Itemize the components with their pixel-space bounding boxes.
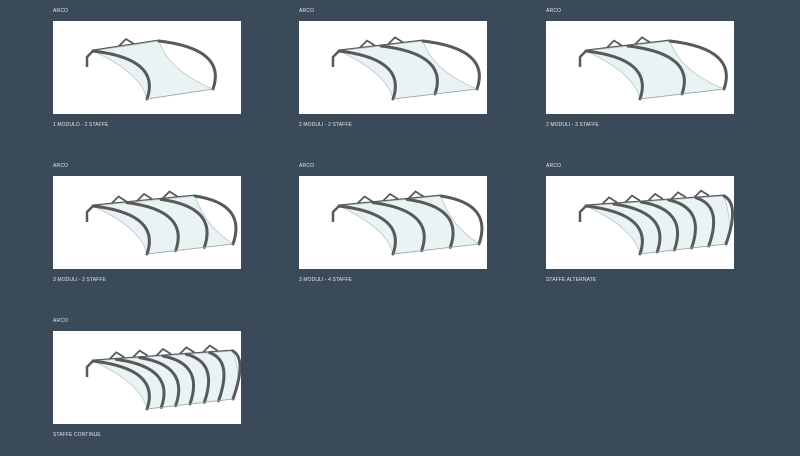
item-title: ARCO bbox=[299, 163, 315, 169]
item-caption: 3 MODULI - 2 STAFFE bbox=[53, 277, 106, 283]
canopy-image[interactable] bbox=[299, 176, 487, 269]
gallery-item-1[interactable]: ARCO 1 MODULO - 2 STAFFE bbox=[53, 2, 241, 128]
canopy-drawing bbox=[578, 36, 728, 101]
item-caption: 2 MODULI - 2 STAFFE bbox=[299, 122, 352, 128]
gallery-item-3[interactable]: ARCO 2 MODULI - 3 STAFFE bbox=[546, 2, 734, 128]
canopy-drawing bbox=[331, 190, 484, 256]
canopy-image[interactable] bbox=[299, 21, 487, 114]
item-title: ARCO bbox=[53, 163, 69, 169]
canopy-image[interactable] bbox=[53, 21, 241, 114]
item-title: ARCO bbox=[53, 318, 69, 324]
item-title: ARCO bbox=[546, 163, 562, 169]
gallery-item-4[interactable]: ARCO 3 MODULI - 2 STAFFE bbox=[53, 157, 241, 283]
item-caption: STAFFE CONTINUE bbox=[53, 432, 101, 438]
item-caption: STAFFE ALTERNATE bbox=[546, 277, 597, 283]
item-title: ARCO bbox=[53, 8, 69, 14]
canopy-image[interactable] bbox=[546, 176, 734, 269]
item-title: ARCO bbox=[546, 8, 562, 14]
gallery-item-5[interactable]: ARCO 3 MODULI - 4 STAFFE bbox=[299, 157, 487, 283]
canopy-image[interactable] bbox=[546, 21, 734, 114]
canopy-drawing bbox=[85, 344, 241, 411]
gallery-item-6[interactable]: ARCO STAFFE ALTERNATE bbox=[546, 157, 734, 283]
item-caption: 3 MODULI - 4 STAFFE bbox=[299, 277, 352, 283]
item-caption: 2 MODULI - 3 STAFFE bbox=[546, 122, 599, 128]
gallery-item-2[interactable]: ARCO 2 MODULI - 2 STAFFE bbox=[299, 2, 487, 128]
canopy-image[interactable] bbox=[53, 331, 241, 424]
item-caption: 1 MODULO - 2 STAFFE bbox=[53, 122, 109, 128]
item-title: ARCO bbox=[299, 8, 315, 14]
canopy-drawing bbox=[331, 36, 481, 101]
canopy-drawing bbox=[578, 189, 734, 256]
canopy-drawing bbox=[85, 37, 217, 101]
gallery-item-7[interactable]: ARCO STAFFE CONTINUE bbox=[53, 312, 241, 438]
canopy-image[interactable] bbox=[53, 176, 241, 269]
canopy-drawing bbox=[85, 190, 238, 256]
